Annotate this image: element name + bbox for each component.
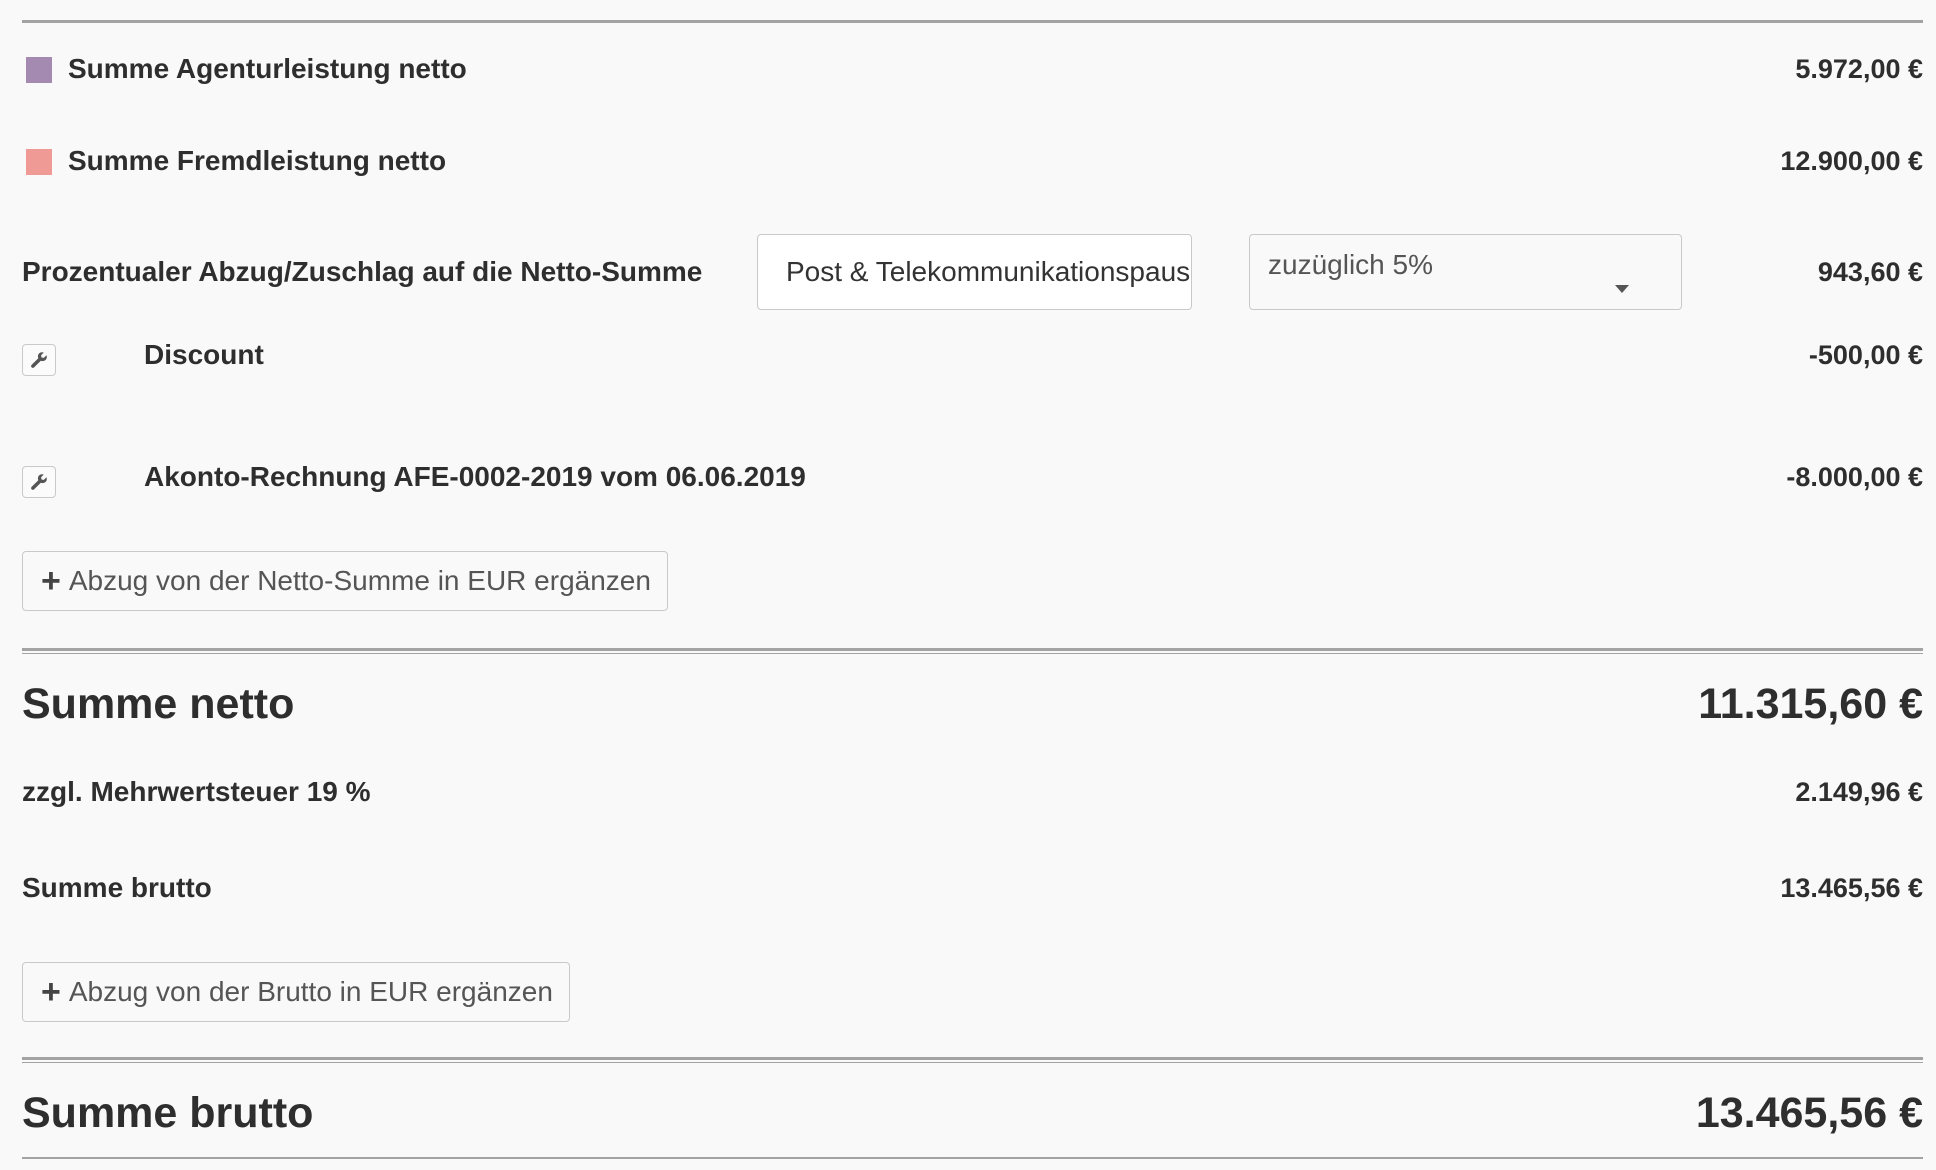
wrench-icon [31, 352, 47, 368]
discount-amount: -500,00 € [1808, 340, 1923, 370]
fremd-sum-label: Summe Fremdleistung netto [68, 145, 447, 176]
fremd-color-swatch [26, 149, 52, 175]
net-total-amount: 11.315,60 € [1698, 680, 1923, 728]
totals-panel: Summe Agenturleistung netto 5.972,00 € S… [22, 0, 1923, 1170]
plus-icon: + [41, 973, 61, 1011]
percent-adjust-amount: 943,60 € [1817, 257, 1923, 287]
discount-label: Discount [144, 339, 264, 370]
vat-label: zzgl. Mehrwertsteuer 19 % [22, 776, 371, 807]
net-divider [22, 648, 1923, 654]
add-gross-deduction-label: Abzug von der Brutto in EUR ergänzen [68, 976, 553, 1007]
percent-adjust-label: Prozentualer Abzug/Zuschlag auf die Nett… [22, 256, 703, 287]
agentur-sum-label: Summe Agenturleistung netto [68, 53, 467, 84]
gross-subtotal-amount: 13.465,56 € [1780, 873, 1923, 903]
akonto-label: Akonto-Rechnung AFE-0002-2019 vom 06.06.… [144, 461, 806, 492]
vat-amount: 2.149,96 € [1795, 777, 1923, 807]
edit-discount-button[interactable] [22, 344, 56, 376]
agentur-color-swatch [26, 57, 52, 83]
gross-subtotal-label: Summe brutto [22, 872, 212, 903]
adjust-description-input[interactable]: Post & Telekommunikationspauschale [757, 234, 1192, 310]
chevron-down-icon [1615, 285, 1629, 293]
agentur-sum-amount: 5.972,00 € [1795, 54, 1923, 84]
plus-icon: + [41, 562, 61, 600]
add-net-deduction-label: Abzug von der Netto-Summe in EUR ergänze… [68, 565, 651, 596]
akonto-amount: -8.000,00 € [1786, 462, 1923, 492]
edit-akonto-button[interactable] [22, 466, 56, 498]
adjust-percent-select[interactable]: zuzüglich 5% [1249, 234, 1682, 310]
top-divider [22, 20, 1923, 23]
wrench-icon [31, 474, 47, 490]
bottom-divider [22, 1157, 1923, 1159]
net-total-label: Summe netto [22, 680, 295, 728]
gross-total-amount: 13.465,56 € [1695, 1089, 1923, 1137]
adjust-percent-select-value: zuzüglich 5% [1268, 249, 1433, 280]
add-net-deduction-button[interactable]: + Abzug von der Netto-Summe in EUR ergän… [22, 551, 668, 611]
gross-divider [22, 1057, 1923, 1063]
gross-total-label: Summe brutto [22, 1089, 314, 1137]
add-gross-deduction-button[interactable]: + Abzug von der Brutto in EUR ergänzen [22, 962, 570, 1022]
fremd-sum-amount: 12.900,00 € [1780, 146, 1923, 176]
